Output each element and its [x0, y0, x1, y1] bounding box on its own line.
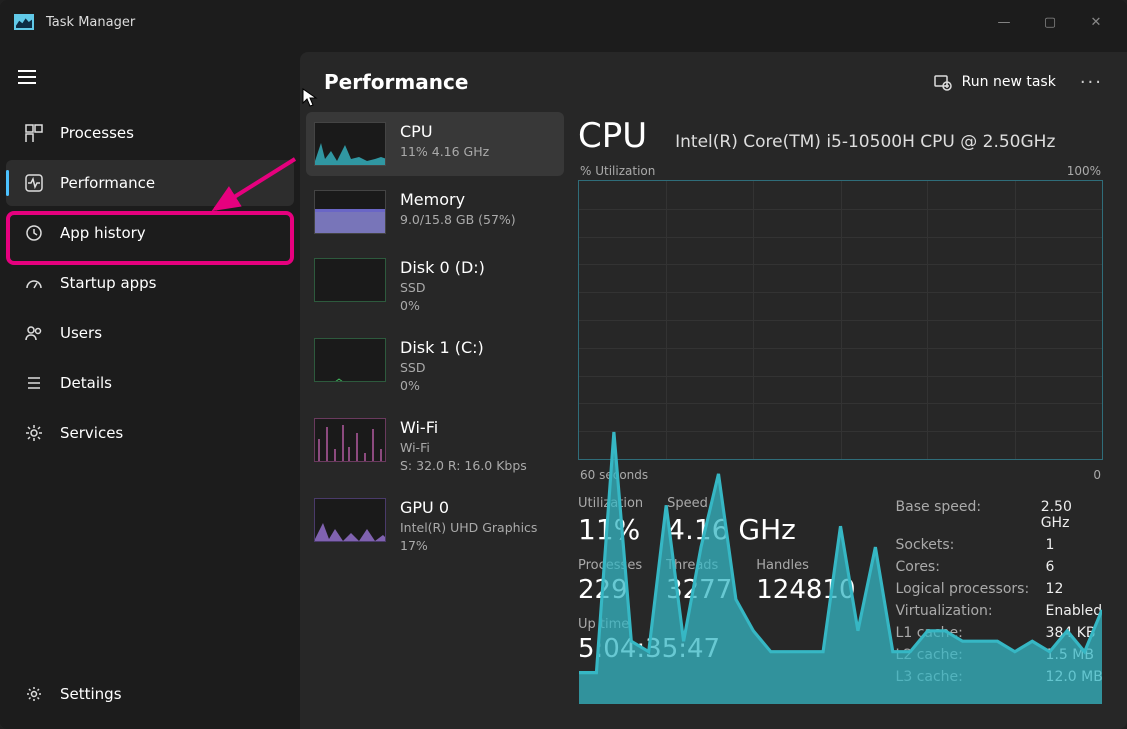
- hamburger-button[interactable]: [0, 56, 300, 108]
- perf-item-detail2: S: 32.0 R: 16.0 Kbps: [400, 457, 527, 475]
- run-task-icon: [934, 73, 952, 91]
- wifi-thumbnail: [314, 418, 386, 462]
- cpu-thumbnail: [314, 122, 386, 166]
- main-panel: Performance Run new task ···: [300, 52, 1127, 729]
- sidebar-item-app-history[interactable]: App history: [6, 210, 294, 256]
- settings-icon: [24, 684, 44, 704]
- list-icon: [24, 373, 44, 393]
- sidebar-item-label: Settings: [60, 685, 122, 703]
- memory-thumbnail: [314, 190, 386, 234]
- close-button[interactable]: ✕: [1073, 6, 1119, 38]
- cpu-utilization-chart: [578, 180, 1103, 460]
- perf-item-name: Disk 0 (D:): [400, 258, 485, 277]
- perf-item-memory[interactable]: Memory 9.0/15.8 GB (57%): [306, 180, 564, 244]
- perf-item-detail2: 0%: [400, 377, 484, 395]
- sidebar-item-details[interactable]: Details: [6, 360, 294, 406]
- sidebar-item-startup-apps[interactable]: Startup apps: [6, 260, 294, 306]
- sidebar-item-label: App history: [60, 224, 146, 242]
- perf-item-disk1[interactable]: Disk 1 (C:) SSD 0%: [306, 328, 564, 404]
- sidebar-item-label: Users: [60, 324, 102, 342]
- sidebar-item-label: Details: [60, 374, 112, 392]
- disk-thumbnail: [314, 258, 386, 302]
- more-options-button[interactable]: ···: [1080, 72, 1103, 93]
- grid-icon: [24, 123, 44, 143]
- perf-item-gpu0[interactable]: GPU 0 Intel(R) UHD Graphics 17%: [306, 488, 564, 564]
- minimize-button[interactable]: —: [981, 6, 1027, 38]
- sidebar-item-processes[interactable]: Processes: [6, 110, 294, 156]
- perf-item-name: Disk 1 (C:): [400, 338, 484, 357]
- disk-thumbnail: [314, 338, 386, 382]
- perf-item-detail: Wi-Fi: [400, 439, 527, 457]
- perf-item-detail: Intel(R) UHD Graphics: [400, 519, 537, 537]
- perf-item-detail: 11% 4.16 GHz: [400, 143, 489, 161]
- gpu-thumbnail: [314, 498, 386, 542]
- users-icon: [24, 323, 44, 343]
- sidebar-item-label: Performance: [60, 174, 155, 192]
- sidebar-item-services[interactable]: Services: [6, 410, 294, 456]
- perf-item-disk0[interactable]: Disk 0 (D:) SSD 0%: [306, 248, 564, 324]
- perf-item-name: Memory: [400, 190, 516, 209]
- sidebar-item-label: Startup apps: [60, 274, 157, 292]
- sidebar-item-users[interactable]: Users: [6, 310, 294, 356]
- perf-item-name: GPU 0: [400, 498, 537, 517]
- detail-subtitle: Intel(R) Core(TM) i5-10500H CPU @ 2.50GH…: [675, 132, 1055, 152]
- perf-item-detail: 9.0/15.8 GB (57%): [400, 211, 516, 229]
- gauge-icon: [24, 273, 44, 293]
- gear-icon: [24, 423, 44, 443]
- titlebar: Task Manager — ▢ ✕: [0, 0, 1127, 44]
- sidebar-item-label: Services: [60, 424, 123, 442]
- history-icon: [24, 223, 44, 243]
- app-icon: [14, 14, 34, 30]
- perf-item-name: CPU: [400, 122, 489, 141]
- cpu-detail-panel: CPU Intel(R) Core(TM) i5-10500H CPU @ 2.…: [570, 108, 1127, 729]
- perf-item-detail2: 0%: [400, 297, 485, 315]
- app-title: Task Manager: [46, 15, 135, 30]
- sidebar-item-label: Processes: [60, 124, 134, 142]
- sidebar: Processes Performance App history Startu…: [0, 44, 300, 729]
- perf-item-name: Wi-Fi: [400, 418, 527, 437]
- perf-item-detail: SSD: [400, 359, 484, 377]
- hamburger-icon: [18, 70, 36, 84]
- pulse-icon: [24, 173, 44, 193]
- run-task-label: Run new task: [962, 74, 1056, 90]
- chart-y-max: 100%: [1067, 164, 1101, 178]
- sidebar-item-settings[interactable]: Settings: [6, 671, 294, 717]
- sidebar-item-performance[interactable]: Performance: [6, 160, 294, 206]
- chart-y-label: % Utilization: [580, 164, 655, 178]
- perf-item-wifi[interactable]: Wi-Fi Wi-Fi S: 32.0 R: 16.0 Kbps: [306, 408, 564, 484]
- maximize-button[interactable]: ▢: [1027, 6, 1073, 38]
- perf-item-cpu[interactable]: CPU 11% 4.16 GHz: [306, 112, 564, 176]
- page-title: Performance: [324, 70, 468, 94]
- perf-item-detail2: 17%: [400, 537, 537, 555]
- detail-title: CPU: [578, 116, 647, 156]
- run-new-task-button[interactable]: Run new task: [934, 73, 1056, 91]
- performance-sidebar: CPU 11% 4.16 GHz Memory 9.0/15.8 GB (57%…: [300, 108, 570, 729]
- perf-item-detail: SSD: [400, 279, 485, 297]
